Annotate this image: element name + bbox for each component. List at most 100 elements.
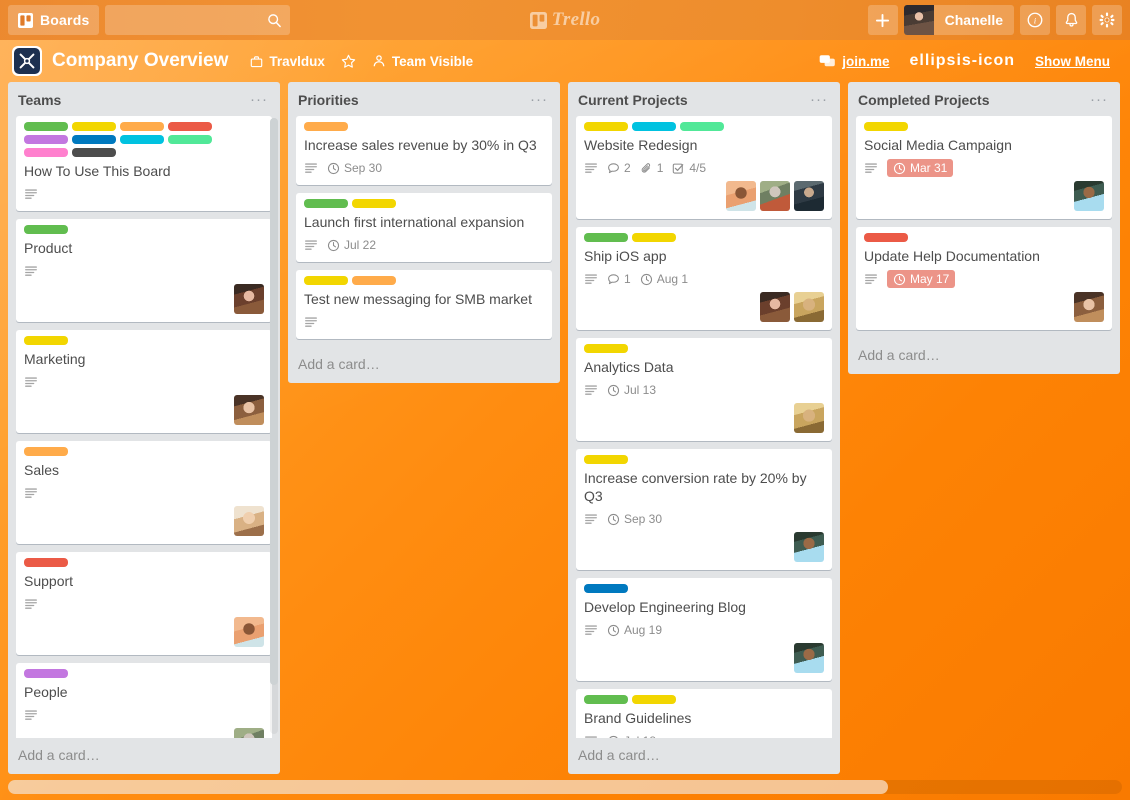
add-card-button[interactable]: Add a card… [8,738,280,774]
label-purple[interactable] [24,135,68,144]
avatar[interactable] [1074,181,1104,211]
due-date-badge[interactable]: Aug 1 [640,272,688,286]
info-button[interactable]: i [1020,5,1050,35]
list-title[interactable]: Completed Projects [858,92,1086,108]
list-title[interactable]: Priorities [298,92,526,108]
label-orange[interactable] [120,122,164,131]
label-yellow[interactable] [632,695,676,704]
label-yellow[interactable] [864,122,908,131]
label-red[interactable] [168,122,212,131]
team-name-button[interactable]: Travldux [242,49,333,74]
card[interactable]: Website Redesign214/5 [576,116,832,219]
label-purple[interactable] [24,669,68,678]
label-sky[interactable] [120,135,164,144]
joinme-label[interactable]: join.me [842,54,889,69]
avatar[interactable] [760,181,790,211]
add-button[interactable] [868,5,898,35]
label-green[interactable] [24,225,68,234]
list-title[interactable]: Teams [18,92,246,108]
card[interactable]: Ship iOS app1Aug 1 [576,227,832,330]
star-button[interactable] [333,49,364,74]
due-date-badge[interactable]: Sep 30 [607,512,662,526]
label-orange[interactable] [24,447,68,456]
card[interactable]: Marketing [16,330,272,433]
label-green[interactable] [584,233,628,242]
list-menu-icon[interactable]: ··· [1086,95,1112,105]
due-date-badge[interactable]: Sep 30 [327,161,382,175]
show-menu-label[interactable]: Show Menu [1035,54,1110,69]
label-yellow[interactable] [352,199,396,208]
card[interactable]: Analytics DataJul 13 [576,338,832,441]
card[interactable]: How To Use This Board [16,116,272,211]
label-pink[interactable] [24,148,68,157]
card[interactable]: Brand GuidelinesJul 18 [576,689,832,738]
settings-button[interactable] [1092,5,1122,35]
card[interactable]: Sales [16,441,272,544]
list-menu-icon[interactable]: ··· [246,95,272,105]
list-vertical-scrollbar-thumb[interactable] [270,118,278,685]
label-black[interactable] [72,148,116,157]
search-input[interactable] [113,13,282,28]
due-date-badge-overdue[interactable]: May 17 [887,270,955,288]
avatar[interactable] [234,284,264,314]
list-title[interactable]: Current Projects [578,92,806,108]
card[interactable]: Social Media CampaignMar 31 [856,116,1112,219]
label-yellow[interactable] [304,276,348,285]
search-box[interactable] [105,5,290,35]
add-card-button[interactable]: Add a card… [288,347,560,383]
label-yellow[interactable] [24,336,68,345]
due-date-badge[interactable]: Jul 13 [607,383,656,397]
label-yellow[interactable] [584,122,628,131]
avatar[interactable] [1074,292,1104,322]
avatar[interactable] [794,292,824,322]
board-horizontal-scrollbar-thumb[interactable] [8,780,888,794]
notifications-button[interactable] [1056,5,1086,35]
card[interactable]: People [16,663,272,738]
label-lime[interactable] [168,135,212,144]
visibility-button[interactable]: Team Visible [364,49,481,74]
avatar[interactable] [794,532,824,562]
label-green[interactable] [584,695,628,704]
member-menu-button[interactable]: Chanelle [904,5,1014,35]
avatar[interactable] [234,506,264,536]
avatar[interactable] [760,292,790,322]
label-green[interactable] [24,122,68,131]
label-orange[interactable] [352,276,396,285]
add-card-button[interactable]: Add a card… [848,338,1120,374]
avatar[interactable] [794,403,824,433]
label-orange[interactable] [304,122,348,131]
avatar[interactable] [726,181,756,211]
label-red[interactable] [24,558,68,567]
card[interactable]: Develop Engineering BlogAug 19 [576,578,832,681]
avatar[interactable] [234,617,264,647]
page-title[interactable]: Company Overview [52,50,228,72]
avatar[interactable] [794,643,824,673]
card[interactable]: Increase sales revenue by 30% in Q3Sep 3… [296,116,552,185]
card[interactable]: Launch first international expansionJul … [296,193,552,262]
label-yellow[interactable] [584,455,628,464]
label-blue[interactable] [584,584,628,593]
card[interactable]: Support [16,552,272,655]
show-menu-button[interactable]: Show Menu [1027,49,1118,74]
label-sky[interactable] [632,122,676,131]
label-yellow[interactable] [584,344,628,353]
avatar[interactable] [234,395,264,425]
list-vertical-scrollbar[interactable] [270,118,278,734]
avatar[interactable] [234,728,264,738]
label-yellow[interactable] [632,233,676,242]
add-card-button[interactable]: Add a card… [568,738,840,774]
list-menu-icon[interactable]: ··· [806,95,832,105]
label-green[interactable] [304,199,348,208]
due-date-badge[interactable]: Jul 22 [327,238,376,252]
boards-button[interactable]: Boards [8,5,99,35]
card[interactable]: Product [16,219,272,322]
due-date-badge[interactable]: Aug 19 [607,623,662,637]
label-lime[interactable] [680,122,724,131]
board-horizontal-scrollbar[interactable] [8,780,1122,794]
list-menu-icon[interactable]: ··· [526,95,552,105]
avatar[interactable] [794,181,824,211]
card[interactable]: Test new messaging for SMB market [296,270,552,339]
label-yellow[interactable] [72,122,116,131]
label-red[interactable] [864,233,908,242]
label-blue[interactable] [72,135,116,144]
